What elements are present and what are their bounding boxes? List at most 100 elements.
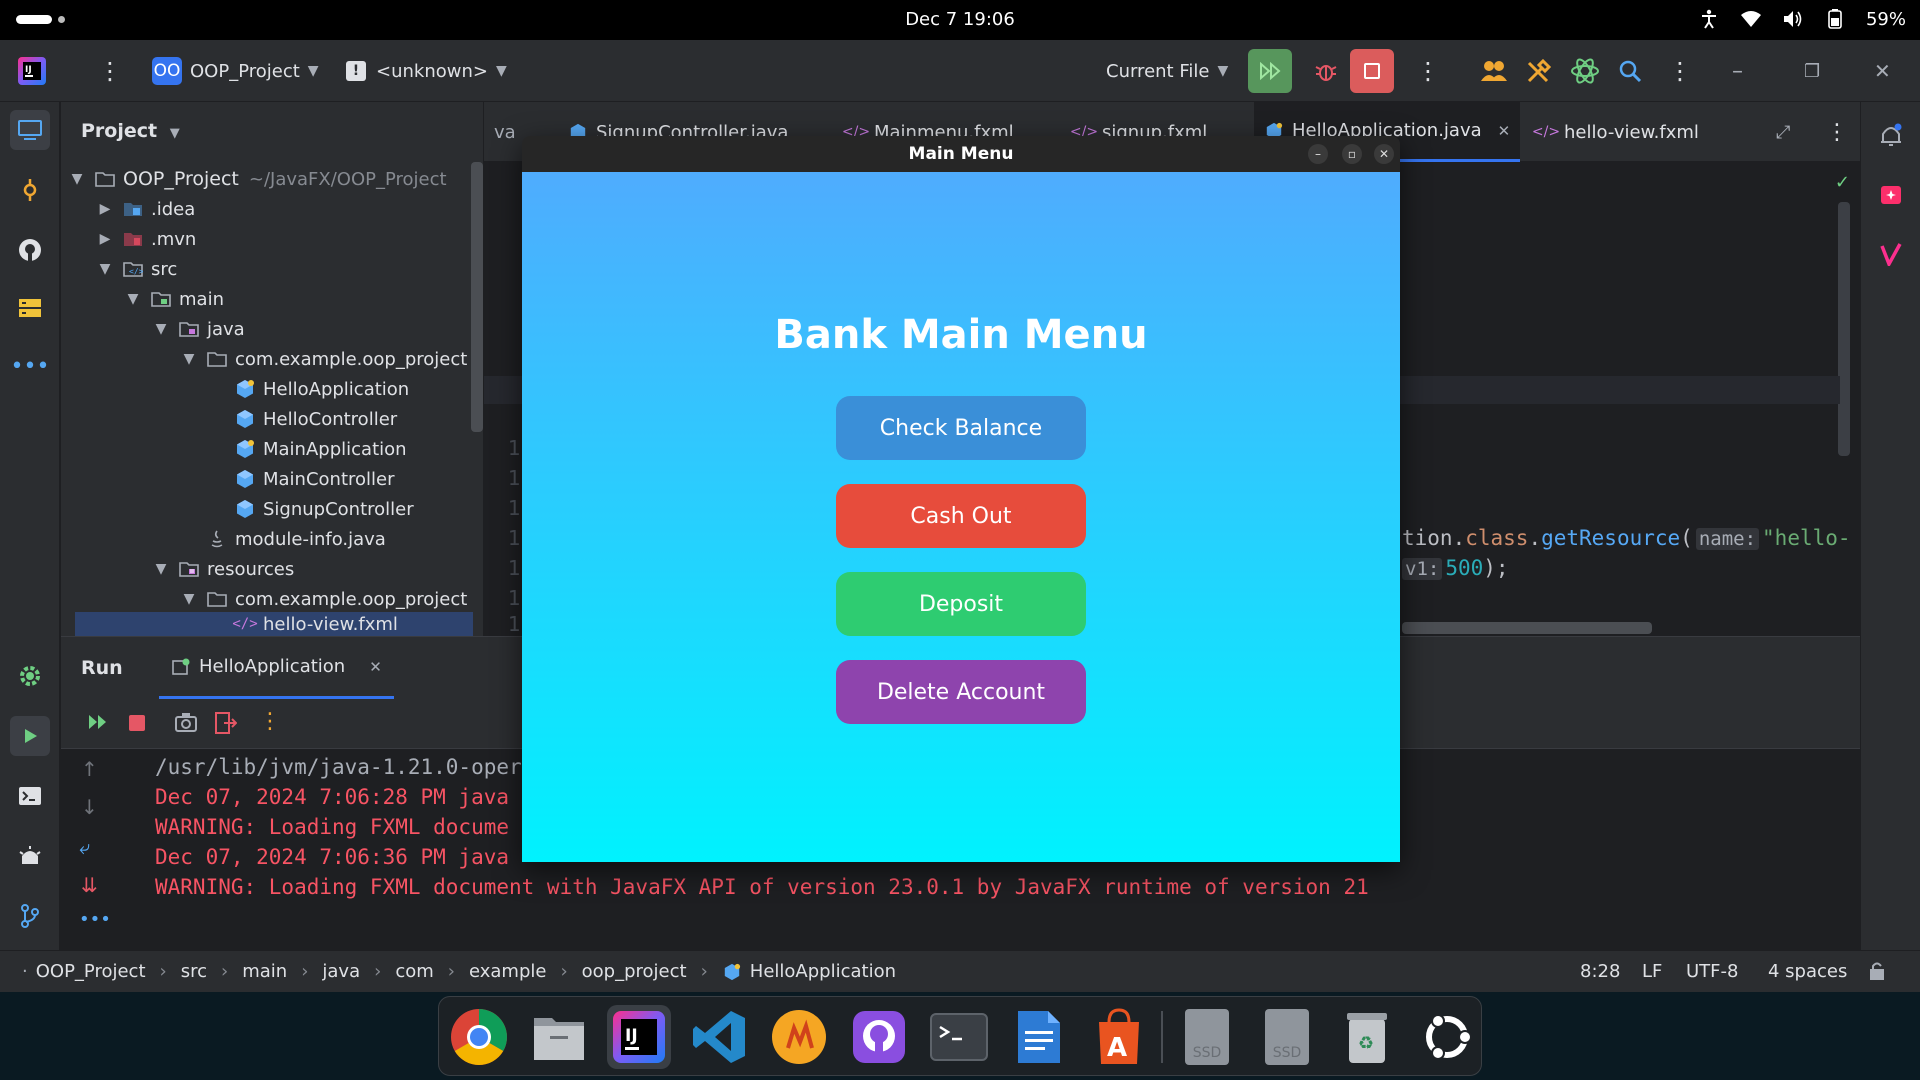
intellij-logo-icon[interactable]: IJ <box>16 40 48 102</box>
trash-icon[interactable]: ♻ <box>1335 1005 1399 1069</box>
breadcrumb-item[interactable]: example <box>469 961 546 982</box>
debug-button[interactable] <box>1304 49 1348 93</box>
tab-hello-view-fxml[interactable]: </> hello-view.fxml <box>1526 102 1709 162</box>
window-minimize-button[interactable]: – <box>1732 40 1743 102</box>
indent-setting[interactable]: 4 spaces <box>1768 961 1847 982</box>
breadcrumb-item[interactable]: src <box>181 961 207 982</box>
project-panel-header[interactable]: Project ▼ <box>81 120 180 142</box>
breadcrumb-item[interactable]: oop_project <box>582 961 687 982</box>
search-icon[interactable] <box>1618 40 1642 102</box>
delete-account-button[interactable]: Delete Account <box>836 660 1086 724</box>
tree-row-helloapplication[interactable]: HelloApplication <box>235 374 409 404</box>
tree-row-mvn[interactable]: ▶ .mvn <box>97 224 197 254</box>
run-config-selector[interactable]: Current File ▼ <box>1106 40 1228 102</box>
commit-icon[interactable] <box>10 170 50 210</box>
rerun-icon[interactable] <box>87 713 109 735</box>
minimize-icon[interactable]: – <box>1308 144 1328 164</box>
notifications-bell-icon[interactable] <box>1871 116 1911 156</box>
stop-icon[interactable] <box>129 715 145 731</box>
chrome-icon[interactable] <box>447 1005 511 1069</box>
screenshot-camera-icon[interactable] <box>175 712 197 736</box>
tree-row-mainapplication[interactable]: MainApplication <box>235 434 407 464</box>
project-tree-scrollbar[interactable] <box>471 162 483 432</box>
lock-icon[interactable] <box>1868 961 1886 986</box>
project-tool-icon[interactable] <box>10 110 50 150</box>
window-restore-button[interactable]: ❐ <box>1804 40 1820 102</box>
breadcrumb-item[interactable]: java <box>322 961 360 982</box>
terminal-tool-icon[interactable] <box>10 776 50 816</box>
tree-row-java[interactable]: ▼ java <box>153 314 245 344</box>
deposit-button[interactable]: Deposit <box>836 572 1086 636</box>
run-more-kebab-icon[interactable]: ⋮ <box>1416 40 1440 102</box>
app-center-icon[interactable]: A <box>1087 1005 1151 1069</box>
editor-vertical-scrollbar[interactable] <box>1838 202 1850 456</box>
run-more-kebab-icon[interactable]: ⋮ <box>259 709 281 734</box>
code-line-size[interactable]: v1: 500); <box>1402 556 1509 580</box>
run-tool-icon[interactable] <box>10 716 50 756</box>
arrow-up-icon[interactable]: ↑ <box>81 757 98 781</box>
text-editor-icon[interactable] <box>1007 1005 1071 1069</box>
arrow-down-icon[interactable]: ↓ <box>81 795 98 819</box>
line-ending[interactable]: LF <box>1642 961 1662 982</box>
wifi-icon[interactable] <box>1740 8 1762 30</box>
stop-button[interactable] <box>1350 49 1394 93</box>
files-icon[interactable] <box>527 1005 591 1069</box>
volume-icon[interactable] <box>1782 8 1804 30</box>
breadcrumb-item[interactable]: OOP_Project <box>36 961 146 982</box>
rerun-button[interactable] <box>1248 49 1292 93</box>
battery-icon[interactable] <box>1824 8 1846 30</box>
scroll-to-end-icon[interactable]: ⇊ <box>81 873 98 897</box>
app-icon[interactable] <box>767 1005 831 1069</box>
terminal-icon[interactable] <box>927 1005 991 1069</box>
ssd-drive-icon[interactable]: SSD <box>1255 1005 1319 1069</box>
window-titlebar[interactable]: Main Menu <box>522 136 1400 172</box>
tree-row-module-info[interactable]: module-info.java <box>207 524 386 554</box>
github-icon[interactable] <box>10 230 50 270</box>
tree-row-idea[interactable]: ▶ .idea <box>97 194 196 224</box>
editor-horizontal-scrollbar[interactable] <box>1402 622 1652 634</box>
exit-icon[interactable] <box>215 712 238 738</box>
build-tools-icon[interactable] <box>1526 40 1552 102</box>
maximize-icon[interactable]: ▫ <box>1342 144 1362 164</box>
more-tools-icon[interactable]: ••• <box>10 346 50 386</box>
github-desktop-icon[interactable] <box>847 1005 911 1069</box>
tree-row-hello-view-fxml[interactable]: </> hello-view.fxml <box>75 612 473 636</box>
tab-truncated[interactable]: va <box>484 102 526 162</box>
git-branch-icon[interactable] <box>10 896 50 936</box>
tree-row-main[interactable]: ▼ main <box>125 284 224 314</box>
tree-row-src[interactable]: ▼ </> src <box>97 254 178 284</box>
caret-position[interactable]: 8:28 <box>1580 961 1620 982</box>
close-tab-icon[interactable]: ✕ <box>1498 122 1511 140</box>
settings-kebab-icon[interactable]: ⋮ <box>1668 40 1692 102</box>
tree-row-maincontroller[interactable]: MainController <box>235 464 395 494</box>
ssd-drive-icon[interactable]: SSD <box>1175 1005 1239 1069</box>
main-menu-kebab-icon[interactable]: ⋮ <box>98 40 122 102</box>
intellij-icon[interactable]: IJ <box>607 1005 671 1069</box>
tree-row-oop-project[interactable]: ▼ OOP_Project ~/JavaFX/OOP_Project <box>69 164 447 194</box>
problems-icon[interactable] <box>10 836 50 876</box>
structure-icon[interactable] <box>10 288 50 328</box>
inspections-ok-icon[interactable]: ✓ <box>1835 172 1850 193</box>
maximize-editor-icon[interactable]: ⤢ <box>1766 102 1800 162</box>
tree-row-hellocontroller[interactable]: HelloController <box>235 404 397 434</box>
soft-wrap-icon[interactable]: ⤶ <box>79 835 90 859</box>
vscode-icon[interactable] <box>687 1005 751 1069</box>
accessibility-icon[interactable] <box>1698 8 1720 30</box>
tree-row-package[interactable]: ▼ com.example.oop_project <box>181 344 468 374</box>
vcs-plugin-icon[interactable] <box>1871 234 1911 274</box>
run-tab-helloapplication[interactable]: HelloApplication ✕ <box>159 637 394 699</box>
close-tab-icon[interactable]: ✕ <box>369 658 382 676</box>
check-balance-button[interactable]: Check Balance <box>836 396 1086 460</box>
services-gear-icon[interactable] <box>10 656 50 696</box>
breadcrumb-item[interactable]: com <box>395 961 433 982</box>
tree-row-signupcontroller[interactable]: SignupController <box>235 494 414 524</box>
ai-assistant-icon[interactable] <box>1570 40 1600 102</box>
breadcrumb-item[interactable]: HelloApplication <box>750 961 896 982</box>
code-line-getresource[interactable]: tion.class.getResource(name: "hello- <box>1402 526 1851 550</box>
project-selector[interactable]: OO OOP_Project ▼ <box>152 40 319 102</box>
window-close-button[interactable]: ✕ <box>1874 40 1891 102</box>
editor-tabs-kebab-icon[interactable]: ⋮ <box>1816 102 1858 162</box>
close-icon[interactable]: ✕ <box>1374 144 1394 164</box>
ubuntu-icon[interactable] <box>1415 1005 1479 1069</box>
code-with-me-icon[interactable] <box>1480 40 1508 102</box>
